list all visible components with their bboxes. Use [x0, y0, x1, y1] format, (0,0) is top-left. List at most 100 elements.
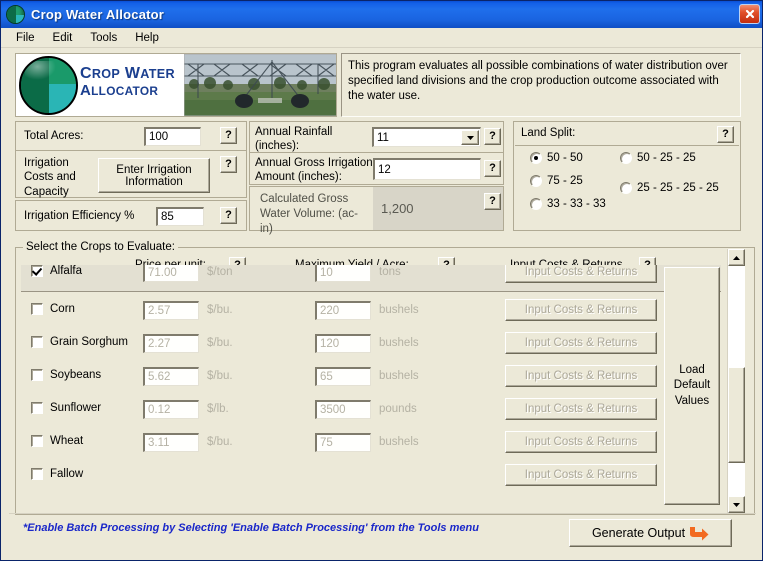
crop-price-input[interactable]: 2.27	[143, 334, 199, 353]
crop-row-corn[interactable]: Corn 2.57 $/bu. 220 bushels Input Costs …	[21, 295, 721, 329]
menu-item-edit[interactable]: Edit	[44, 30, 82, 46]
land-split-option-75-25[interactable]: 75 - 25	[530, 175, 583, 187]
crop-checkbox-icon[interactable]	[31, 468, 43, 480]
app-banner: CROP WATER ALLOCATOR	[15, 53, 337, 117]
crop-yield-input[interactable]: 120	[315, 334, 371, 353]
land-split-option-33-33-33[interactable]: 33 - 33 - 33	[530, 198, 606, 210]
crop-name-soybeans[interactable]: Soybeans	[31, 369, 101, 381]
crop-yield-input[interactable]: 3500	[315, 400, 371, 419]
land-split-help-button[interactable]: ?	[717, 126, 734, 143]
irrigation-costs-label: Irrigation Costs and Capacity	[24, 157, 76, 198]
crop-list-scrollbar[interactable]	[727, 249, 745, 513]
irrigation-efficiency-help-button[interactable]: ?	[220, 207, 237, 224]
annual-rainfall-help-button[interactable]: ?	[484, 128, 501, 145]
crop-yield-input[interactable]: 10	[315, 265, 371, 282]
crop-row-sunflower[interactable]: Sunflower 0.12 $/lb. 3500 pounds Input C…	[21, 394, 721, 428]
land-split-option-25-25-25-25[interactable]: 25 - 25 - 25 - 25	[620, 182, 719, 194]
crop-checkbox-icon[interactable]	[31, 435, 43, 447]
radio-icon[interactable]	[530, 175, 542, 187]
crop-checkbox-icon[interactable]	[31, 265, 43, 277]
crop-yield-unit: pounds	[379, 403, 417, 415]
arrow-right-icon	[690, 527, 709, 541]
crop-row-wheat[interactable]: Wheat 3.11 $/bu. 75 bushels Input Costs …	[21, 427, 721, 461]
crop-yield-input[interactable]: 220	[315, 301, 371, 320]
crop-name-sunflower[interactable]: Sunflower	[31, 402, 101, 414]
land-split-option-label: 50 - 25 - 25	[637, 152, 696, 164]
scrollbar-thumb[interactable]	[728, 367, 745, 463]
crop-checkbox-icon[interactable]	[31, 336, 43, 348]
crop-name-alfalfa[interactable]: Alfalfa	[31, 265, 82, 277]
close-button[interactable]	[739, 4, 760, 24]
crop-price-input[interactable]: 2.57	[143, 301, 199, 320]
gross-irrigation-input[interactable]: 12	[373, 158, 481, 180]
menu-item-tools[interactable]: Tools	[81, 30, 126, 46]
batch-processing-note: *Enable Batch Processing by Selecting 'E…	[23, 522, 479, 534]
crop-row-grain-sorghum[interactable]: Grain Sorghum 2.27 $/bu. 120 bushels Inp…	[21, 328, 721, 362]
enter-irrigation-information-button[interactable]: Enter Irrigation Information	[98, 158, 210, 193]
crop-list[interactable]: Alfalfa 71.00 $/ton 10 tons Input Costs …	[21, 265, 721, 507]
radio-icon[interactable]	[530, 152, 542, 164]
irrigation-photo	[184, 54, 336, 116]
crop-price-input[interactable]: 0.12	[143, 400, 199, 419]
menu-item-file[interactable]: File	[7, 30, 44, 46]
gross-water-volume-help-button[interactable]: ?	[484, 193, 501, 210]
annual-rainfall-group: Annual Rainfall (inches): 11 ?	[249, 121, 504, 153]
crop-costs-button[interactable]: Input Costs & Returns	[505, 365, 657, 387]
window-title: Crop Water Allocator	[31, 7, 165, 22]
crop-row-fallow[interactable]: Fallow Input Costs & Returns	[21, 460, 721, 494]
generate-output-button[interactable]: Generate Output	[569, 519, 732, 547]
land-split-option-50-25-25[interactable]: 50 - 25 - 25	[620, 152, 696, 164]
crop-label: Soybeans	[50, 369, 102, 381]
menu-item-help[interactable]: Help	[126, 30, 168, 46]
crop-checkbox-icon[interactable]	[31, 402, 43, 414]
logo-wordmark: CROP WATER ALLOCATOR	[80, 65, 175, 99]
radio-icon[interactable]	[530, 198, 542, 210]
crop-price-input[interactable]: 3.11	[143, 433, 199, 452]
crop-costs-button[interactable]: Input Costs & Returns	[505, 464, 657, 486]
crop-costs-button[interactable]: Input Costs & Returns	[505, 299, 657, 321]
chevron-down-icon[interactable]	[461, 130, 479, 145]
crop-row-alfalfa[interactable]: Alfalfa 71.00 $/ton 10 tons Input Costs …	[21, 265, 721, 292]
irrigation-efficiency-input[interactable]: 85	[156, 207, 204, 226]
total-acres-label: Total Acres:	[24, 130, 84, 142]
annual-rainfall-label: Annual Rainfall (inches):	[255, 126, 333, 152]
crop-price-input[interactable]: 71.00	[143, 265, 199, 282]
crop-costs-button[interactable]: Input Costs & Returns	[505, 332, 657, 354]
annual-rainfall-select[interactable]: 11	[372, 127, 481, 147]
crop-row-soybeans[interactable]: Soybeans 5.62 $/bu. 65 bushels Input Cos…	[21, 361, 721, 395]
crop-checkbox-icon[interactable]	[31, 369, 43, 381]
scroll-up-button[interactable]	[728, 249, 745, 266]
gross-irrigation-help-button[interactable]: ?	[484, 160, 501, 177]
crop-costs-button[interactable]: Input Costs & Returns	[505, 398, 657, 420]
total-acres-help-button[interactable]: ?	[220, 127, 237, 144]
total-acres-input[interactable]: 100	[144, 127, 201, 146]
scroll-down-button[interactable]	[728, 496, 745, 513]
irrigation-costs-help-button[interactable]: ?	[220, 156, 237, 173]
crop-yield-input[interactable]: 65	[315, 367, 371, 386]
crop-name-grain-sorghum[interactable]: Grain Sorghum	[31, 336, 128, 348]
crop-price-unit: $/lb.	[207, 403, 229, 415]
logo-line-1: CROP WATER	[80, 65, 175, 82]
crop-costs-button[interactable]: Input Costs & Returns	[505, 431, 657, 453]
irrigation-efficiency-label: Irrigation Efficiency %	[24, 210, 135, 222]
crop-price-input[interactable]: 5.62	[143, 367, 199, 386]
land-split-option-50-50[interactable]: 50 - 50	[530, 152, 583, 164]
land-split-group: Land Split: ? 50 - 50 75 - 25 33 - 33 - …	[513, 121, 741, 231]
menu-bar: File Edit Tools Help	[1, 28, 762, 48]
total-acres-group: Total Acres: 100 ?	[15, 121, 247, 151]
crop-checkbox-icon[interactable]	[31, 303, 43, 315]
crop-name-corn[interactable]: Corn	[31, 303, 75, 315]
radio-icon[interactable]	[620, 182, 632, 194]
annual-rainfall-value: 11	[377, 131, 389, 144]
application-window: Crop Water Allocator File Edit Tools Hel…	[0, 0, 763, 561]
close-icon	[745, 9, 754, 19]
radio-icon[interactable]	[620, 152, 632, 164]
crop-yield-unit: bushels	[379, 370, 419, 382]
crop-costs-button[interactable]: Input Costs & Returns	[505, 265, 657, 283]
crop-name-fallow[interactable]: Fallow	[31, 468, 83, 480]
crop-name-wheat[interactable]: Wheat	[31, 435, 83, 447]
land-split-title: Land Split:	[521, 127, 576, 139]
generate-output-label: Generate Output	[591, 526, 686, 540]
load-default-values-button[interactable]: Load Default Values	[664, 267, 720, 505]
crop-yield-input[interactable]: 75	[315, 433, 371, 452]
